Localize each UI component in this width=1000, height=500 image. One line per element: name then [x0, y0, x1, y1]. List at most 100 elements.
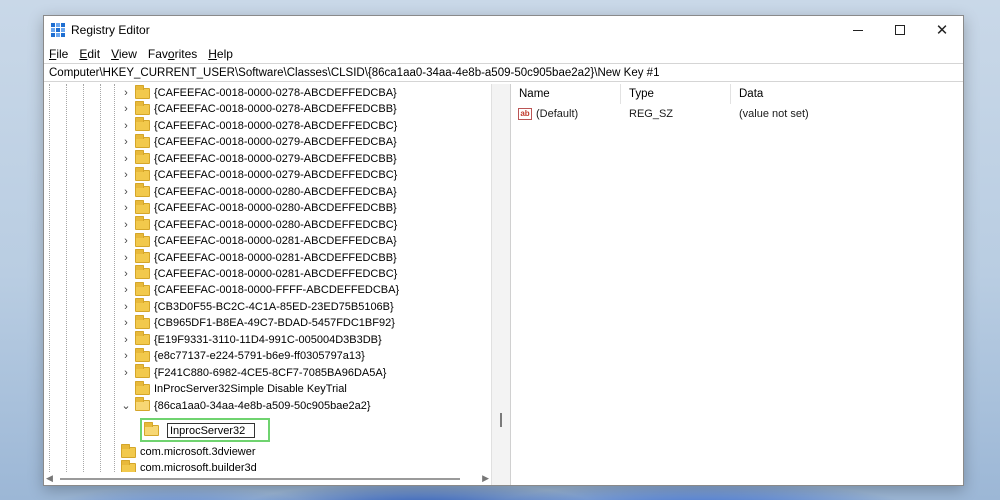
- folder-icon: [135, 166, 150, 181]
- chevron-right-icon[interactable]: ›: [120, 317, 132, 329]
- values-pane[interactable]: Name Type Data ab (Default) REG_SZ (valu…: [511, 84, 963, 485]
- value-data: (value not set): [739, 108, 809, 120]
- scroll-right-icon[interactable]: ▶: [482, 473, 489, 484]
- folder-icon: [135, 364, 150, 379]
- minimize-icon: [853, 29, 863, 31]
- menu-help[interactable]: Help: [208, 47, 233, 61]
- tree-row-new-key[interactable]: [144, 421, 163, 438]
- chevron-right-icon[interactable]: ›: [120, 235, 132, 247]
- chevron-right-icon[interactable]: ›: [120, 153, 132, 165]
- scrollbar-thumb[interactable]: [60, 478, 460, 480]
- tree-guide-line: [83, 84, 84, 472]
- address-bar[interactable]: Computer\HKEY_CURRENT_USER\Software\Clas…: [44, 63, 963, 82]
- chevron-down-icon[interactable]: ⌄: [120, 399, 132, 412]
- tree-item-label: com.microsoft.builder3d: [140, 462, 257, 472]
- rename-key-input[interactable]: [167, 423, 255, 438]
- scroll-left-icon[interactable]: ◀: [46, 473, 53, 484]
- title-bar[interactable]: Registry Editor ✕: [44, 16, 963, 44]
- chevron-right-icon[interactable]: ›: [120, 268, 132, 280]
- tree-row[interactable]: › {CAFEEFAC-0018-0000-0281-ABCDEFFEDCBC}: [120, 265, 398, 282]
- chevron-right-icon[interactable]: ›: [120, 136, 132, 148]
- tree-item-label: {CAFEEFAC-0018-0000-0278-ABCDEFFEDCBB}: [154, 103, 397, 116]
- chevron-right-icon[interactable]: ›: [120, 219, 132, 231]
- value-name: (Default): [536, 108, 579, 120]
- close-button[interactable]: ✕: [921, 16, 963, 44]
- tree-row[interactable]: › {E19F9331-3110-11D4-991C-005004D3B3DB}: [120, 331, 382, 348]
- chevron-right-icon[interactable]: ›: [120, 301, 132, 313]
- column-header-name[interactable]: Name: [511, 84, 621, 104]
- chevron-right-icon[interactable]: ›: [120, 252, 132, 264]
- tree-row[interactable]: › {CAFEEFAC-0018-0000-0281-ABCDEFFEDCBB}: [120, 249, 397, 266]
- folder-icon: [135, 397, 150, 412]
- tree-guide-line: [49, 84, 50, 472]
- folder-icon: [135, 183, 150, 198]
- tree-item-label: {CB3D0F55-BC2C-4C1A-85ED-23ED75B5106B}: [154, 300, 394, 313]
- tree-guide-line: [66, 84, 67, 472]
- chevron-right-icon[interactable]: ›: [120, 367, 132, 379]
- column-header-data[interactable]: Data: [731, 84, 963, 104]
- menu-file[interactable]: File: [49, 47, 68, 61]
- tree-row[interactable]: › {CAFEEFAC-0018-0000-0278-ABCDEFFEDCBA}: [120, 84, 397, 101]
- tree-item-label: {CAFEEFAC-0018-0000-0279-ABCDEFFEDCBC}: [154, 169, 398, 182]
- value-row[interactable]: ab (Default) REG_SZ (value not set): [511, 106, 963, 124]
- menu-bar: File Edit View Favorites Help: [44, 44, 963, 63]
- minimize-button[interactable]: [837, 16, 879, 44]
- folder-open-icon: [144, 421, 159, 436]
- tree-item-label: {CAFEEFAC-0018-0000-0281-ABCDEFFEDCBB}: [154, 251, 397, 264]
- string-value-icon: ab: [518, 108, 532, 120]
- tree-item-label: {CB965DF1-B8EA-49C7-BDAD-5457FDC1BF92}: [154, 317, 395, 330]
- chevron-right-icon[interactable]: ›: [120, 284, 132, 296]
- value-type: REG_SZ: [629, 108, 674, 120]
- tree-row[interactable]: ⌄ {86ca1aa0-34aa-4e8b-a509-50c905bae2a2}: [120, 397, 371, 414]
- tree-row[interactable]: › {CAFEEFAC-0018-0000-0281-ABCDEFFEDCBA}: [120, 232, 397, 249]
- chevron-right-icon[interactable]: ›: [120, 202, 132, 214]
- menu-view[interactable]: View: [111, 47, 137, 61]
- tree-item-label: InProcServer32Simple Disable KeyTrial: [154, 383, 347, 396]
- tree-row[interactable]: InProcServer32Simple Disable KeyTrial: [120, 380, 347, 397]
- tree-item-label: {E19F9331-3110-11D4-991C-005004D3B3DB}: [154, 333, 382, 346]
- tree-row[interactable]: › {CB965DF1-B8EA-49C7-BDAD-5457FDC1BF92}: [120, 314, 395, 331]
- folder-icon: [135, 100, 150, 115]
- menu-favorites[interactable]: Favorites: [148, 47, 197, 61]
- chevron-right-icon[interactable]: ›: [120, 350, 132, 362]
- pane-splitter[interactable]: [491, 84, 511, 485]
- tree-row[interactable]: › {CAFEEFAC-0018-0000-0280-ABCDEFFEDCBC}: [120, 216, 397, 233]
- tree-item-label: com.microsoft.3dviewer: [140, 446, 256, 458]
- tree-item-label: {e8c77137-e224-5791-b6e9-ff0305797a13}: [154, 350, 365, 363]
- maximize-icon: [895, 25, 905, 35]
- chevron-right-icon[interactable]: ›: [120, 169, 132, 181]
- folder-icon: [135, 380, 150, 395]
- tree-row[interactable]: › {e8c77137-e224-5791-b6e9-ff0305797a13}: [120, 347, 365, 364]
- folder-icon: [135, 298, 150, 313]
- registry-editor-icon: [51, 23, 65, 37]
- tree-item-label: {CAFEEFAC-0018-0000-0279-ABCDEFFEDCBB}: [154, 152, 397, 165]
- chevron-right-icon[interactable]: ›: [120, 103, 132, 115]
- tree-row[interactable]: › {CAFEEFAC-0018-0000-0278-ABCDEFFEDCBB}: [120, 100, 397, 117]
- folder-icon: [135, 347, 150, 362]
- tree-row[interactable]: › {CAFEEFAC-0018-0000-0279-ABCDEFFEDCBB}: [120, 150, 397, 167]
- maximize-button[interactable]: [879, 16, 921, 44]
- tree-row[interactable]: › {CAFEEFAC-0018-0000-0280-ABCDEFFEDCBB}: [120, 199, 397, 216]
- tree-item-label: {CAFEEFAC-0018-0000-0281-ABCDEFFEDCBC}: [154, 267, 398, 280]
- tree-row[interactable]: › {CB3D0F55-BC2C-4C1A-85ED-23ED75B5106B}: [120, 298, 394, 315]
- tree-horizontal-scrollbar[interactable]: ◀ ▶: [44, 472, 491, 485]
- tree-row[interactable]: com.microsoft.3dviewer: [106, 443, 256, 460]
- key-tree-pane[interactable]: › {CAFEEFAC-0018-0000-0278-ABCDEFFEDCBA} ›…: [44, 84, 491, 472]
- folder-icon: [121, 443, 136, 458]
- tree-row[interactable]: › {CAFEEFAC-0018-0000-FFFF-ABCDEFFEDCBA}: [120, 281, 399, 298]
- tree-row[interactable]: › {CAFEEFAC-0018-0000-0278-ABCDEFFEDCBC}: [120, 117, 397, 134]
- folder-icon: [135, 133, 150, 148]
- tree-row[interactable]: › {CAFEEFAC-0018-0000-0279-ABCDEFFEDCBC}: [120, 166, 398, 183]
- tree-row[interactable]: › {F241C880-6982-4CE5-8CF7-7085BA96DA5A}: [120, 364, 386, 381]
- tree-row[interactable]: › {CAFEEFAC-0018-0000-0280-ABCDEFFEDCBA}: [120, 183, 397, 200]
- chevron-right-icon[interactable]: ›: [120, 186, 132, 198]
- chevron-right-icon[interactable]: ›: [120, 334, 132, 346]
- tree-row[interactable]: › {CAFEEFAC-0018-0000-0279-ABCDEFFEDCBA}: [120, 133, 397, 150]
- splitter-grip[interactable]: [500, 413, 502, 427]
- tree-row[interactable]: com.microsoft.builder3d: [106, 459, 257, 472]
- chevron-right-icon[interactable]: ›: [120, 120, 132, 132]
- registry-editor-window: Registry Editor ✕ File Edit View Favorit…: [43, 15, 964, 486]
- menu-edit[interactable]: Edit: [79, 47, 100, 61]
- column-header-type[interactable]: Type: [621, 84, 731, 104]
- chevron-right-icon[interactable]: ›: [120, 87, 132, 99]
